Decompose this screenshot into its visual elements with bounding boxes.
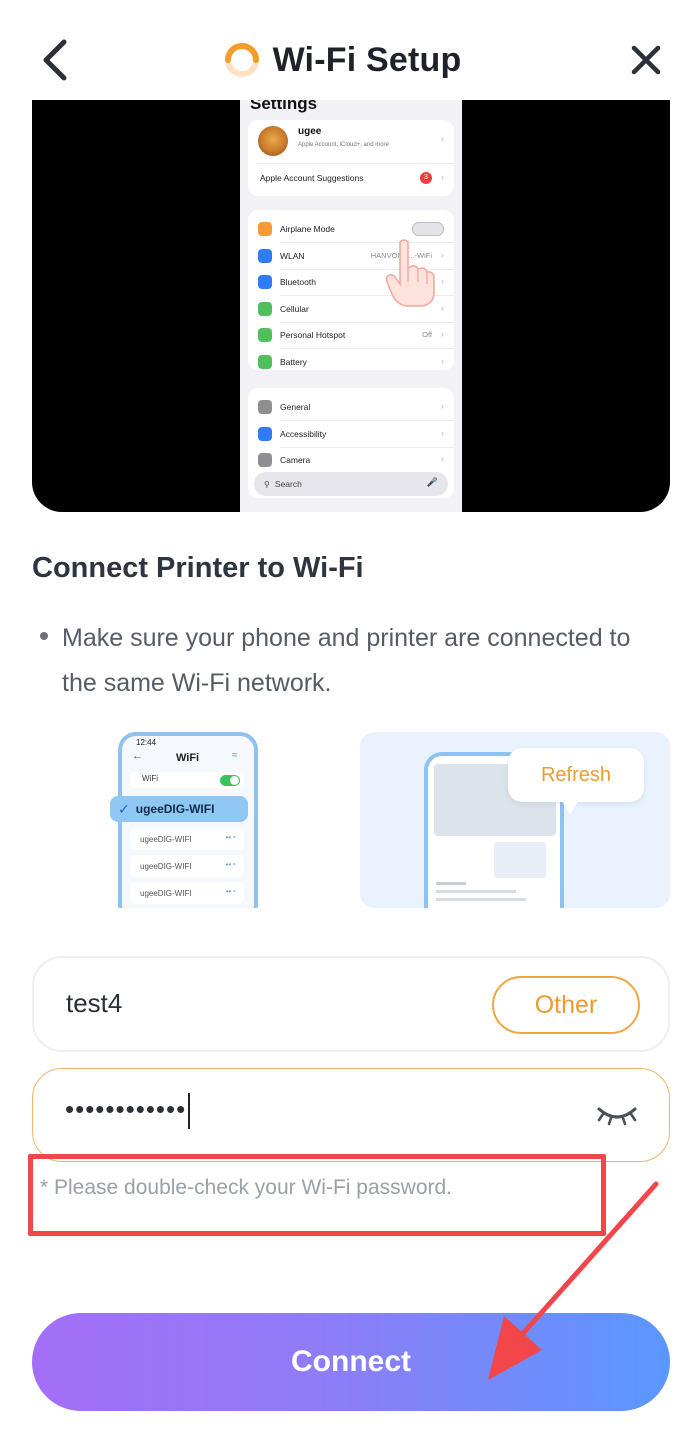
checkmark-icon: ✓ (118, 800, 130, 817)
wifi-icon: ≈ (232, 750, 238, 761)
settings-row-label: General (280, 402, 311, 412)
loading-ring-icon (224, 43, 259, 77)
signal-icon: ••◔ (225, 887, 236, 896)
settings-row-label: Battery (280, 357, 307, 367)
settings-title: Settings (250, 100, 318, 113)
settings-row-label: WLAN (280, 250, 305, 261)
bullet-dot (40, 632, 48, 640)
chevron-right-icon: › (441, 329, 444, 340)
eye-closed-icon (597, 1107, 637, 1126)
status-time: 12:44 (136, 738, 157, 747)
settings-row-icon (258, 426, 272, 441)
password-hint: * Please double-check your Wi-Fi passwor… (40, 1176, 453, 1199)
chevron-right-icon: › (441, 276, 444, 287)
chevron-right-icon: › (441, 249, 444, 260)
wifi-screen-title: WiFi (176, 752, 200, 764)
chevron-right-icon: › (441, 401, 444, 411)
search-bar: ⚲ Search 🎤 (254, 472, 448, 496)
settings-row-icon (258, 453, 272, 468)
wifi-list-illustration: 12:44 ← WiFi ≈ WiFi ✓ ugeeDIG-WIFI ugeeD… (100, 732, 280, 908)
settings-row: Personal Hotspot Off › (248, 322, 454, 350)
toggle-password-visibility-button[interactable] (593, 1097, 641, 1133)
account-card: ugee Apple Account, iCloud+, and more › … (248, 120, 454, 196)
refresh-bubble: Refresh (508, 748, 644, 802)
account-suggestions: Apple Account Suggestions (260, 173, 364, 183)
wifi-name-value: test4 (66, 988, 123, 1018)
page-title: Wi-Fi Setup (272, 40, 462, 79)
settings-row-label: Personal Hotspot (280, 330, 346, 341)
chevron-right-icon: › (441, 172, 444, 182)
microphone-icon: 🎤 (426, 477, 438, 487)
settings-row-icon (258, 248, 272, 263)
settings-row-icon (258, 355, 272, 369)
phone-screen: Settings ugee Apple Account, iCloud+, an… (240, 100, 462, 512)
chevron-right-icon: › (441, 302, 444, 313)
close-button[interactable] (626, 40, 666, 80)
avatar (258, 126, 288, 156)
settings-row-label: Bluetooth (280, 277, 316, 288)
settings-row: General › (248, 394, 454, 421)
chevron-right-icon: › (441, 356, 444, 366)
back-arrow-icon: ← (132, 750, 143, 762)
account-name: ugee (298, 126, 322, 137)
connect-button[interactable]: Connect (32, 1313, 670, 1411)
search-label: Search (274, 479, 302, 489)
signal-icon: ••◔ (225, 833, 236, 842)
selected-network: ✓ ugeeDIG-WIFI (110, 796, 248, 822)
account-subtitle: Apple Account, iCloud+, and more (298, 142, 389, 148)
settings-row-value: Off (422, 330, 432, 340)
airplane-toggle (412, 222, 444, 236)
refresh-illustration: Refresh (360, 732, 670, 908)
wifi-name-field[interactable]: test4 Other (32, 956, 670, 1052)
wifi-toggle-label: WiFi (142, 774, 158, 783)
password-value: •••••••••••• (65, 1093, 191, 1129)
text-cursor (188, 1093, 191, 1129)
settings-row-icon (258, 301, 272, 316)
instruction-text: Make sure your phone and printer are con… (62, 624, 631, 697)
pointing-hand-icon (385, 239, 435, 307)
settings-row-label: Camera (280, 455, 311, 466)
settings-row-label: Cellular (280, 303, 309, 314)
header: Wi-Fi Setup (0, 0, 684, 100)
settings-row: Camera › (248, 447, 454, 473)
settings-row: Accessibility › (248, 421, 454, 448)
settings-row-icon (258, 400, 272, 414)
title-group: Wi-Fi Setup (0, 36, 684, 84)
chevron-right-icon: › (441, 134, 444, 144)
chevron-right-icon: › (441, 427, 444, 438)
settings-row-icon (258, 328, 272, 343)
settings-row-icon (258, 275, 272, 290)
section-title: Connect Printer to Wi-Fi (32, 552, 364, 584)
wifi-toggle (220, 775, 240, 786)
search-icon: ⚲ (264, 479, 270, 489)
other-network-button[interactable]: Other (492, 976, 640, 1034)
tutorial-video[interactable]: Settings ugee Apple Account, iCloud+, an… (32, 100, 670, 512)
notification-badge: 3 (420, 172, 432, 184)
settings-row-label: Accessibility (280, 428, 327, 439)
settings-row-icon (258, 222, 272, 236)
settings-row-label: Airplane Mode (280, 224, 335, 234)
network-list-item: ugeeDIG-WIFI ••◔ (130, 855, 244, 877)
close-icon (631, 45, 661, 75)
password-field[interactable]: •••••••••••• (32, 1068, 670, 1162)
signal-icon: ••◔ (225, 860, 236, 869)
chevron-right-icon: › (441, 454, 444, 465)
network-list-item: ugeeDIG-WIFI ••◔ (130, 828, 244, 850)
network-list-item: ugeeDIG-WIFI ••◔ (130, 882, 244, 904)
settings-row: Battery › (248, 349, 454, 375)
